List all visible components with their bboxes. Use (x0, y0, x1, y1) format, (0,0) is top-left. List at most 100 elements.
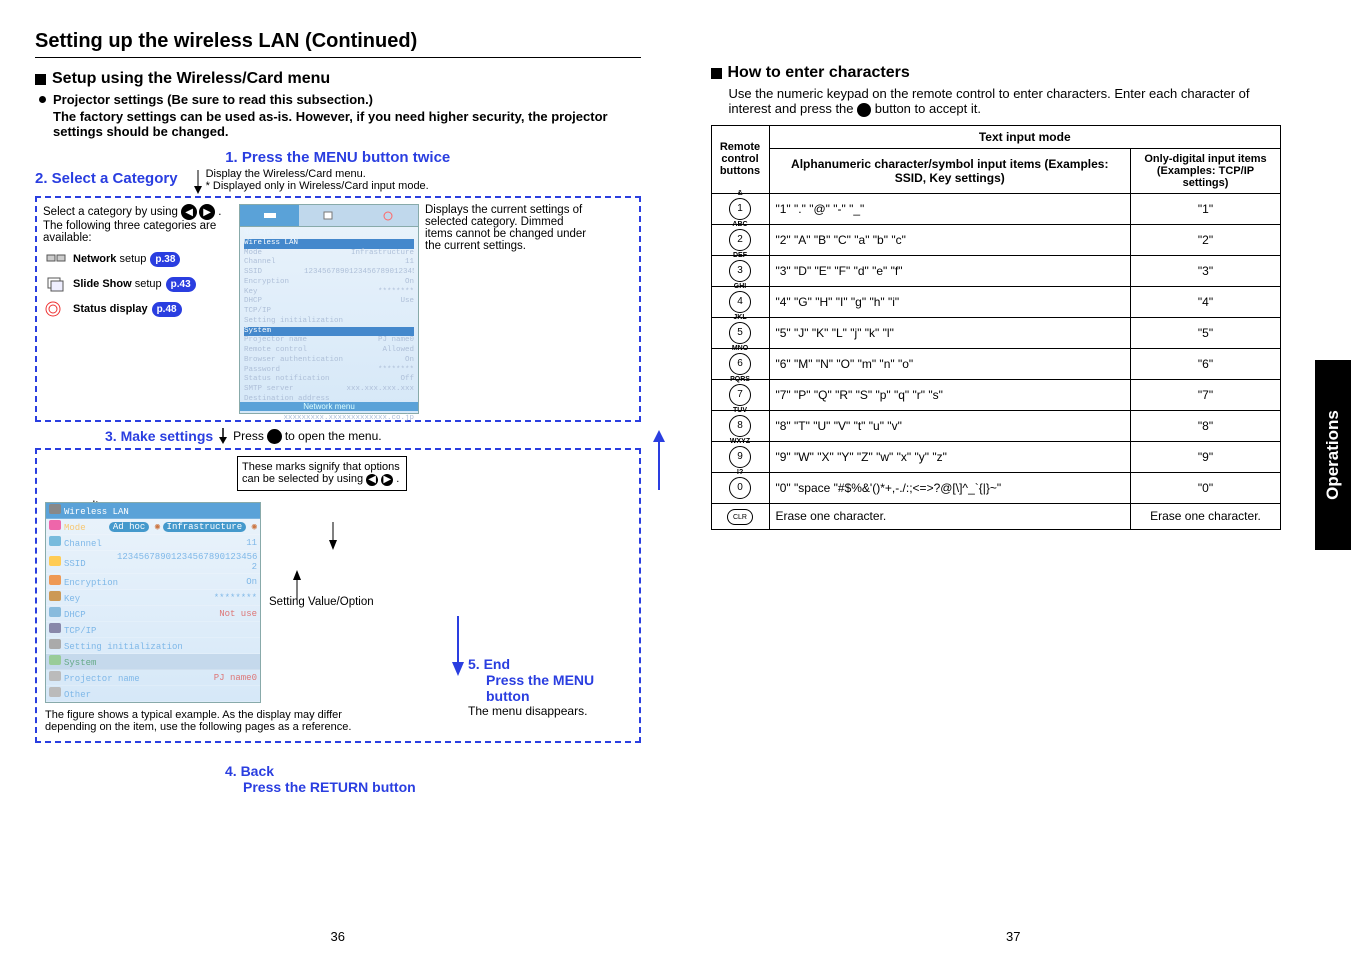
category-instructions: Select a category by using ◀ ▶ . The fol… (43, 204, 233, 414)
alpha-sequence-cell: "4" "G" "H" "I" "g" "h" "i" (769, 286, 1131, 317)
key-cell: 3DEF (711, 255, 769, 286)
square-bullet-icon (711, 68, 722, 79)
network-setup-link[interactable]: Network setup p.38 (43, 249, 233, 269)
slideshow-icon (43, 274, 69, 294)
category-dashed-box: Select a category by using ◀ ▶ . The fol… (35, 196, 641, 422)
arrow-down-blue-icon (450, 616, 466, 676)
main-title: Setting up the wireless LAN (Continued) (35, 30, 641, 58)
settings-menu-screenshot: Wireless LAN Mode Ad hoc ◉ Infrastructur… (45, 502, 261, 703)
step-3-tail-b: to open the menu. (285, 429, 382, 443)
step-3-title: 3. Make settings (105, 428, 213, 444)
enter-button-icon (857, 103, 871, 117)
page-ref-43: p.43 (166, 277, 196, 292)
step-3-tail-a: Press (233, 429, 264, 443)
key-cell: 7PQRS (711, 379, 769, 410)
digital-sequence-cell: "7" (1131, 379, 1281, 410)
arrow-down-icon (217, 428, 229, 444)
figure-note: The figure shows a typical example. As t… (45, 709, 375, 733)
options-note-box: These marks signify that options can be … (237, 456, 407, 491)
key-cell: 1& (711, 193, 769, 224)
step-5-title: 5. End (468, 656, 638, 672)
network-icon (43, 249, 69, 269)
step-1-title: 1. Press the MENU button twice (35, 149, 641, 166)
cat-text-2: . (218, 206, 221, 218)
digital-sequence-cell: "2" (1131, 224, 1281, 255)
alpha-sequence-cell: "9" "W" "X" "Y" "Z" "w" "x" "y" "z" (769, 441, 1131, 472)
slideshow-setup-link[interactable]: Slide Show setup p.43 (43, 274, 233, 294)
page-ref-38: p.38 (150, 252, 180, 267)
number-key-icon: 8TUV (729, 415, 751, 437)
table-row: CLR Erase one character.Erase one charact… (711, 503, 1281, 530)
alpha-sequence-cell: "5" "J" "K" "L" "j" "k" "l" (769, 317, 1131, 348)
key-cell: 6MNO (711, 348, 769, 379)
status-icon (43, 299, 69, 319)
digital-sequence-cell: "6" (1131, 348, 1281, 379)
projector-settings-subtitle: Projector settings (Be sure to read this… (35, 92, 641, 107)
arrow-down-icon (192, 170, 204, 194)
step-1-caption-1: Display the Wireless/Card menu. (206, 168, 366, 180)
enter-button-icon (267, 429, 282, 444)
alpha-sequence-cell: "1" "." "@" "-" "_" (769, 193, 1131, 224)
key-sup-label: DEF (733, 252, 747, 259)
th-digital: Only-digital input items (Examples: TCP/… (1131, 148, 1281, 193)
key-cell: CLR (711, 503, 769, 530)
status-display-label: Status display (73, 303, 148, 315)
key-sup-label: GHI (734, 283, 746, 290)
cat-text-1: Select a category by using (43, 206, 181, 218)
arrow-up-icon (291, 570, 303, 600)
number-key-icon: 1& (729, 198, 751, 220)
number-key-icon: 7PQRS (729, 384, 751, 406)
menu-footer: Network menu (240, 402, 418, 411)
step-1-caption: Display the Wireless/Card menu. * Displa… (192, 168, 429, 192)
number-key-icon: 2ABC (729, 229, 751, 251)
key-sup-label: MNO (732, 345, 748, 352)
table-row: 8TUV"8" "T" "U" "V" "t" "u" "v""8" (711, 410, 1281, 441)
step-1-caption-2: * Displayed only in Wireless/Card input … (206, 180, 429, 192)
key-sup-label: TUV (733, 407, 747, 414)
digital-sequence-cell: "0" (1131, 472, 1281, 503)
step-2-title: 2. Select a Category (35, 168, 178, 187)
section-setup-menu: Setup using the Wireless/Card menu (35, 70, 641, 88)
key-sup-label: PQRS (730, 376, 750, 383)
table-row: 0!?"0" "space "#$%&'()*+,-./:;<=>?@[\]^_… (711, 472, 1281, 503)
clr-key-icon: CLR (727, 509, 753, 525)
section-enter-characters: How to enter characters (711, 64, 1282, 82)
left-page: Setting up the wireless LAN (Continued) … (0, 0, 676, 954)
character-input-table: Remote control buttons Text input mode A… (711, 125, 1282, 531)
status-display-link[interactable]: Status display p.48 (43, 299, 233, 319)
digital-sequence-cell: "4" (1131, 286, 1281, 317)
step-5-block: 5. End Press the MENU button The menu di… (468, 656, 638, 718)
alpha-sequence-cell: "6" "M" "N" "O" "m" "n" "o" (769, 348, 1131, 379)
settings-row-mode: Mode Ad hoc ◉ Infrastructure ◉ (46, 519, 260, 535)
number-key-icon: 6MNO (729, 353, 751, 375)
key-sup-label: WXYZ (730, 438, 750, 445)
wireless-card-menu-screenshot: Network Wireless LAN ModeInfrastructure … (239, 204, 419, 414)
th-alpha: Alphanumeric character/symbol input item… (769, 148, 1131, 193)
operations-tab-label: Operations (1323, 410, 1343, 500)
setting-value-label: Setting Value/Option (269, 596, 374, 608)
key-cell: 5JKL (711, 317, 769, 348)
digital-sequence-cell: "9" (1131, 441, 1281, 472)
table-row: 4GHI"4" "G" "H" "I" "g" "h" "i""4" (711, 286, 1281, 317)
left-arrow-button-icon: ◀ (181, 204, 197, 220)
step-5-sub1: Press the MENU button (468, 672, 638, 704)
page-ref-48: p.48 (152, 302, 182, 317)
table-row: 2ABC"2" "A" "B" "C" "a" "b" "c""2" (711, 224, 1281, 255)
right-arrow-button-icon: ▶ (381, 474, 393, 486)
number-key-icon: 3DEF (729, 260, 751, 282)
slideshow-setup-label: Slide Show setup (73, 278, 162, 290)
square-bullet-icon (35, 74, 46, 85)
step-4-sub: Press the RETURN button (225, 779, 641, 795)
table-row: 5JKL"5" "J" "K" "L" "j" "k" "l""5" (711, 317, 1281, 348)
digital-sequence-cell: "1" (1131, 193, 1281, 224)
left-right-buttons-icon: ◀ ▶ (181, 204, 215, 220)
step-3-line: 3. Make settings Press to open the menu. (35, 428, 641, 444)
alpha-sequence-cell: Erase one character. (769, 503, 1131, 530)
table-row: 3DEF"3" "D" "E" "F" "d" "e" "f""3" (711, 255, 1281, 286)
cat-text-3: The following three categories are avail… (43, 220, 216, 244)
th-text-input-mode: Text input mode (769, 125, 1281, 148)
digital-sequence-cell: Erase one character. (1131, 503, 1281, 530)
right-arrow-button-icon: ▶ (199, 204, 215, 220)
digital-sequence-cell: "8" (1131, 410, 1281, 441)
alpha-sequence-cell: "3" "D" "E" "F" "d" "e" "f" (769, 255, 1131, 286)
